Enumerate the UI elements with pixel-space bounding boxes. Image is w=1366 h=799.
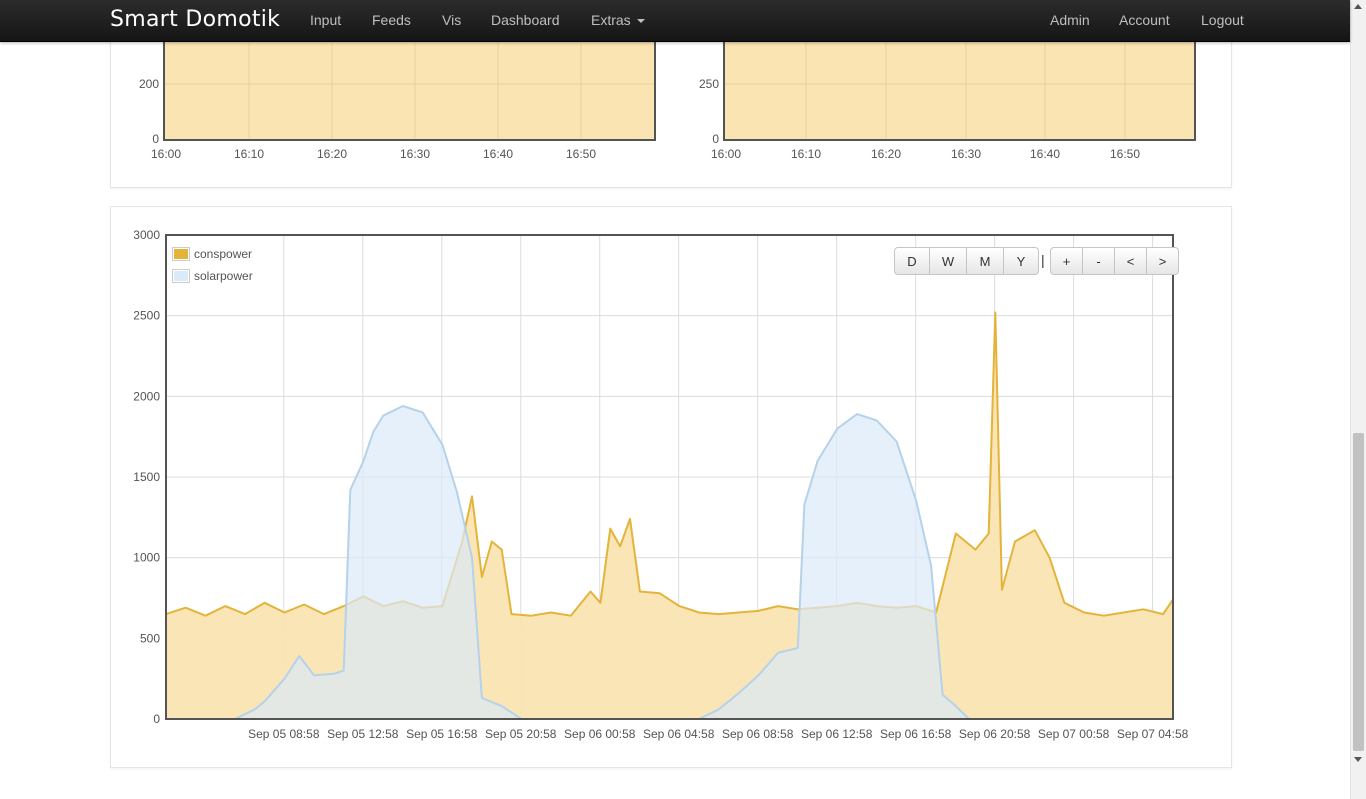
y-tick-label: 200 — [139, 77, 159, 91]
x-tick-label: Sep 07 04:58 — [1117, 727, 1189, 741]
x-tick-label: 16:10 — [791, 147, 821, 161]
scroll-down-icon[interactable] — [1354, 757, 1362, 762]
main-power-chart[interactable]: 0 500 1000 1500 2000 2500 3000 Sep 05 08:58 Sep … — [110, 220, 1232, 750]
x-tick-label: 16:10 — [234, 147, 264, 161]
top-chart-left: 200 0 16:00 16:10 16:20 16:30 16:40 16:5… — [139, 30, 656, 161]
top-navbar: Smart Domotik Input Feeds Vis Dashboard … — [0, 0, 1350, 42]
x-tick-label: 16:50 — [1110, 147, 1140, 161]
nav-extras-label: Extras — [591, 12, 631, 28]
zoom-in-button[interactable]: + — [1050, 247, 1083, 275]
nav-logout[interactable]: Logout — [1201, 12, 1244, 28]
range-week-button[interactable]: W — [930, 247, 967, 275]
legend-label: solarpower — [194, 269, 253, 283]
nav-dashboard[interactable]: Dashboard — [491, 12, 560, 28]
x-tick-label: Sep 05 08:58 — [248, 727, 320, 741]
x-tick-label: Sep 06 16:58 — [880, 727, 952, 741]
zoom-out-button[interactable]: - — [1083, 247, 1115, 275]
x-tick-label: 16:40 — [483, 147, 513, 161]
nav-extras[interactable]: Extras — [591, 12, 645, 28]
nav-account[interactable]: Account — [1119, 12, 1170, 28]
x-tick-label: Sep 05 16:58 — [406, 727, 478, 741]
x-tick-label: Sep 06 04:58 — [643, 727, 715, 741]
x-tick-label: Sep 06 20:58 — [959, 727, 1031, 741]
nav-vis[interactable]: Vis — [442, 12, 461, 28]
legend-swatch — [172, 269, 190, 283]
range-year-button[interactable]: Y — [1004, 247, 1039, 275]
y-tick-label: 500 — [140, 631, 160, 645]
pan-left-button[interactable]: < — [1115, 247, 1147, 275]
x-tick-label: 16:20 — [871, 147, 901, 161]
chart-legend: conspower solarpower — [172, 243, 253, 287]
x-tick-label: 16:00 — [151, 147, 181, 161]
x-tick-label: 16:30 — [951, 147, 981, 161]
y-tick-label: 0 — [152, 132, 159, 146]
y-tick-label: 0 — [712, 132, 719, 146]
nav-button-group: + - < > — [1050, 247, 1179, 275]
y-tick-label: 250 — [699, 77, 719, 91]
x-tick-label: 16:30 — [400, 147, 430, 161]
y-tick-label: 1000 — [133, 551, 160, 565]
brand-logo[interactable]: Smart Domotik — [110, 7, 280, 32]
series-area-conspower — [166, 312, 1173, 719]
button-separator: | — [1041, 252, 1045, 268]
range-day-button[interactable]: D — [894, 247, 930, 275]
legend-label: conspower — [194, 247, 253, 261]
scroll-up-icon[interactable] — [1354, 4, 1362, 9]
legend-swatch — [172, 247, 190, 261]
top-chart-right: 250 0 16:00 16:10 16:20 16:30 16:40 16:5… — [699, 30, 1196, 161]
y-tick-label: 3000 — [133, 228, 160, 242]
scroll-thumb[interactable] — [1353, 433, 1364, 751]
x-tick-label: Sep 06 12:58 — [801, 727, 873, 741]
y-tick-label: 2000 — [133, 389, 160, 403]
x-tick-label: Sep 06 00:58 — [564, 727, 636, 741]
x-tick-label: 16:40 — [1030, 147, 1060, 161]
x-tick-label: Sep 07 00:58 — [1038, 727, 1110, 741]
nav-input[interactable]: Input — [310, 12, 341, 28]
top-chart-right-area — [724, 30, 1195, 140]
x-tick-label: Sep 05 20:58 — [485, 727, 557, 741]
x-tick-label: Sep 05 12:58 — [327, 727, 399, 741]
x-tick-label: 16:20 — [317, 147, 347, 161]
nav-admin[interactable]: Admin — [1050, 12, 1090, 28]
y-tick-label: 1500 — [133, 470, 160, 484]
x-tick-label: 16:50 — [566, 147, 596, 161]
pan-right-button[interactable]: > — [1147, 247, 1179, 275]
range-month-button[interactable]: M — [967, 247, 1004, 275]
y-tick-label: 0 — [153, 712, 160, 726]
range-button-group: D W M Y — [894, 247, 1039, 275]
x-tick-label: Sep 06 08:58 — [722, 727, 794, 741]
page-scrollbar[interactable] — [1350, 0, 1366, 799]
caret-down-icon — [636, 19, 645, 24]
legend-item-solarpower[interactable]: solarpower — [172, 265, 253, 287]
nav-feeds[interactable]: Feeds — [372, 12, 411, 28]
y-tick-label: 2500 — [133, 309, 160, 323]
x-tick-label: 16:00 — [711, 147, 741, 161]
legend-item-conspower[interactable]: conspower — [172, 243, 253, 265]
